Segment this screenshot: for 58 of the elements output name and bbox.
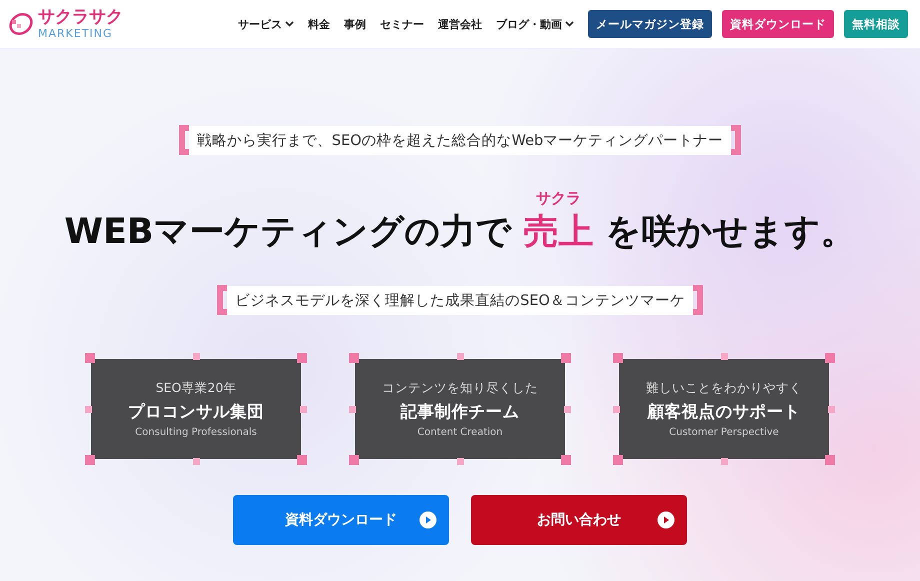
card-caption: 難しいことをわかりやすく — [646, 380, 802, 397]
logo-icon — [8, 11, 34, 37]
play-icon — [657, 511, 675, 529]
card-subtitle: Customer Perspective — [669, 427, 779, 438]
corner-marker — [85, 353, 95, 363]
tagline: 戦略から実行まで、SEOの枠を超えた総合的なWebマーケティングパートナー — [188, 126, 732, 154]
edge-marker — [564, 406, 571, 413]
card-title: 顧客視点のサポート — [648, 401, 800, 423]
corner-marker — [561, 455, 571, 465]
edge-marker — [349, 406, 356, 413]
edge-marker — [193, 458, 200, 465]
edge-marker — [613, 406, 620, 413]
edge-marker — [193, 353, 200, 360]
edge-marker — [721, 353, 728, 360]
card-title: プロコンサル集団 — [128, 401, 264, 423]
edge-marker — [300, 406, 307, 413]
card-caption: SEO専業20年 — [156, 380, 236, 397]
corner-marker — [349, 353, 359, 363]
corner-marker — [297, 455, 307, 465]
cta-button[interactable]: お問い合わせ — [471, 495, 687, 545]
bracket-icon — [731, 125, 742, 155]
bracket-icon — [692, 285, 703, 315]
edge-marker — [457, 458, 464, 465]
corner-marker — [85, 455, 95, 465]
header-button[interactable]: メールマガジン登録 — [588, 10, 712, 38]
card-title: 記事制作チーム — [400, 401, 520, 423]
corner-marker — [561, 353, 571, 363]
corner-marker — [349, 455, 359, 465]
nav-link[interactable]: セミナー — [380, 16, 424, 32]
edge-marker — [85, 406, 92, 413]
chevron-down-icon — [285, 21, 294, 27]
headline-highlight: 売上 — [524, 211, 594, 254]
headline-text: を咲かせます。 — [606, 211, 856, 254]
corner-marker — [613, 353, 623, 363]
tagline: ビジネスモデルを深く理解した成果直結のSEO＆コンテンツマーケ — [227, 286, 693, 314]
headline-text: WEBマーケティングの力で — [64, 211, 512, 254]
nav-link[interactable]: 事例 — [344, 16, 366, 32]
chevron-down-icon — [565, 21, 574, 27]
header-button[interactable]: 資料ダウンロード — [722, 10, 834, 38]
nav-menu[interactable]: ブログ・動画 — [496, 16, 574, 32]
corner-marker — [613, 455, 623, 465]
corner-marker — [825, 455, 835, 465]
nav-menu[interactable]: サービス — [238, 16, 294, 32]
corner-marker — [825, 353, 835, 363]
cta-button[interactable]: 資料ダウンロード — [233, 495, 449, 545]
edge-marker — [828, 406, 835, 413]
card-subtitle: Content Creation — [417, 427, 503, 438]
nav-link[interactable]: 料金 — [308, 16, 330, 32]
nav-link[interactable]: 運営会社 — [438, 16, 482, 32]
card-caption: コンテンツを知り尽くした — [382, 380, 538, 397]
ruby-text: サクラ — [536, 189, 582, 208]
logo-name: サクラサク — [38, 9, 123, 26]
logo-subtitle: MARKETING — [38, 28, 114, 39]
edge-marker — [721, 458, 728, 465]
edge-marker — [457, 353, 464, 360]
corner-marker — [297, 353, 307, 363]
play-icon — [419, 511, 437, 529]
card-subtitle: Consulting Professionals — [135, 427, 257, 438]
